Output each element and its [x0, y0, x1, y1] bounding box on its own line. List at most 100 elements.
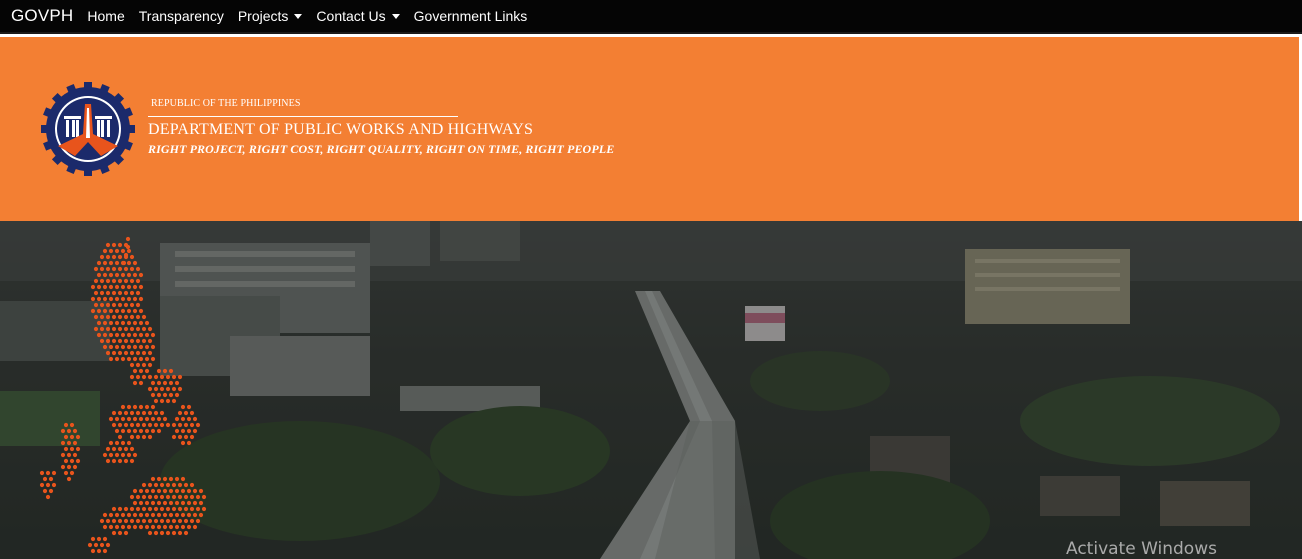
map-dot	[153, 482, 159, 488]
map-dot	[171, 530, 177, 536]
map-dot	[72, 428, 78, 434]
map-dot	[147, 350, 153, 356]
map-dot	[114, 320, 120, 326]
map-dot	[153, 518, 159, 524]
nav-projects-dropdown[interactable]: Projects	[238, 8, 303, 24]
department-motto: RIGHT PROJECT, RIGHT COST, RIGHT QUALITY…	[148, 142, 615, 156]
nav-contact-dropdown[interactable]: Contact Us	[316, 8, 400, 24]
map-dot	[105, 350, 111, 356]
map-dot	[105, 446, 111, 452]
map-dot	[132, 332, 138, 338]
map-dot	[144, 524, 150, 530]
map-dot	[123, 290, 129, 296]
map-dot	[144, 488, 150, 494]
map-dot	[129, 350, 135, 356]
map-dot	[105, 338, 111, 344]
map-dot	[120, 404, 126, 410]
map-dot	[72, 452, 78, 458]
map-dot	[114, 284, 120, 290]
map-dot	[183, 518, 189, 524]
map-dot	[63, 446, 69, 452]
map-dot	[45, 482, 51, 488]
map-dot	[159, 530, 165, 536]
map-dot	[105, 518, 111, 524]
map-dot	[144, 428, 150, 434]
caret-down-icon	[294, 13, 303, 19]
map-dot	[45, 470, 51, 476]
map-dot	[180, 428, 186, 434]
map-dot	[120, 320, 126, 326]
map-dot	[177, 386, 183, 392]
map-dot	[141, 374, 147, 380]
map-dot	[165, 398, 171, 404]
map-dot	[105, 326, 111, 332]
map-dot	[93, 314, 99, 320]
map-dot	[165, 386, 171, 392]
map-dot	[138, 428, 144, 434]
map-dot	[114, 356, 120, 362]
map-dot	[123, 446, 129, 452]
nav-transparency[interactable]: Transparency	[139, 8, 224, 24]
map-dot	[132, 284, 138, 290]
map-dot	[198, 500, 204, 506]
map-dot	[93, 542, 99, 548]
map-dot	[165, 530, 171, 536]
map-dot	[126, 296, 132, 302]
map-dot	[141, 326, 147, 332]
map-dot	[129, 314, 135, 320]
map-dot	[183, 506, 189, 512]
map-dot	[177, 410, 183, 416]
map-dot	[108, 440, 114, 446]
map-dot	[114, 428, 120, 434]
map-dot	[177, 494, 183, 500]
department-title: DEPARTMENT OF PUBLIC WORKS AND HIGHWAYS	[148, 121, 534, 138]
map-dot	[147, 530, 153, 536]
map-dot	[108, 416, 114, 422]
map-dot	[150, 392, 156, 398]
map-dot	[132, 452, 138, 458]
map-dot	[126, 284, 132, 290]
map-dot	[186, 500, 192, 506]
map-dot	[39, 470, 45, 476]
map-dot	[63, 458, 69, 464]
map-dot	[147, 422, 153, 428]
nav-government-links[interactable]: Government Links	[414, 8, 528, 24]
map-dot	[129, 374, 135, 380]
map-dot	[129, 494, 135, 500]
map-dot	[135, 266, 141, 272]
map-dot	[102, 272, 108, 278]
map-dot	[99, 290, 105, 296]
map-dot	[135, 278, 141, 284]
map-dot	[147, 518, 153, 524]
map-dot	[132, 404, 138, 410]
map-dot	[96, 320, 102, 326]
map-dot	[135, 338, 141, 344]
map-dot	[138, 344, 144, 350]
map-dot	[120, 416, 126, 422]
map-dot	[93, 302, 99, 308]
map-dot	[189, 410, 195, 416]
map-dot	[183, 530, 189, 536]
map-dot	[66, 464, 72, 470]
map-dot	[132, 500, 138, 506]
map-dot	[114, 452, 120, 458]
map-dot	[177, 422, 183, 428]
dpwh-seal-icon[interactable]	[41, 82, 135, 176]
map-dot	[72, 464, 78, 470]
map-dot	[114, 332, 120, 338]
map-dot	[69, 458, 75, 464]
map-dot	[117, 278, 123, 284]
map-dot	[60, 452, 66, 458]
map-dot	[129, 362, 135, 368]
nav-home[interactable]: Home	[87, 8, 124, 24]
map-dot	[129, 518, 135, 524]
brand-govph[interactable]: GOVPH	[11, 6, 73, 26]
map-dot	[156, 392, 162, 398]
map-dot	[198, 488, 204, 494]
map-dot	[126, 524, 132, 530]
map-dot	[138, 308, 144, 314]
map-dot	[132, 416, 138, 422]
map-dot	[66, 452, 72, 458]
map-dot	[117, 410, 123, 416]
map-dot	[108, 452, 114, 458]
